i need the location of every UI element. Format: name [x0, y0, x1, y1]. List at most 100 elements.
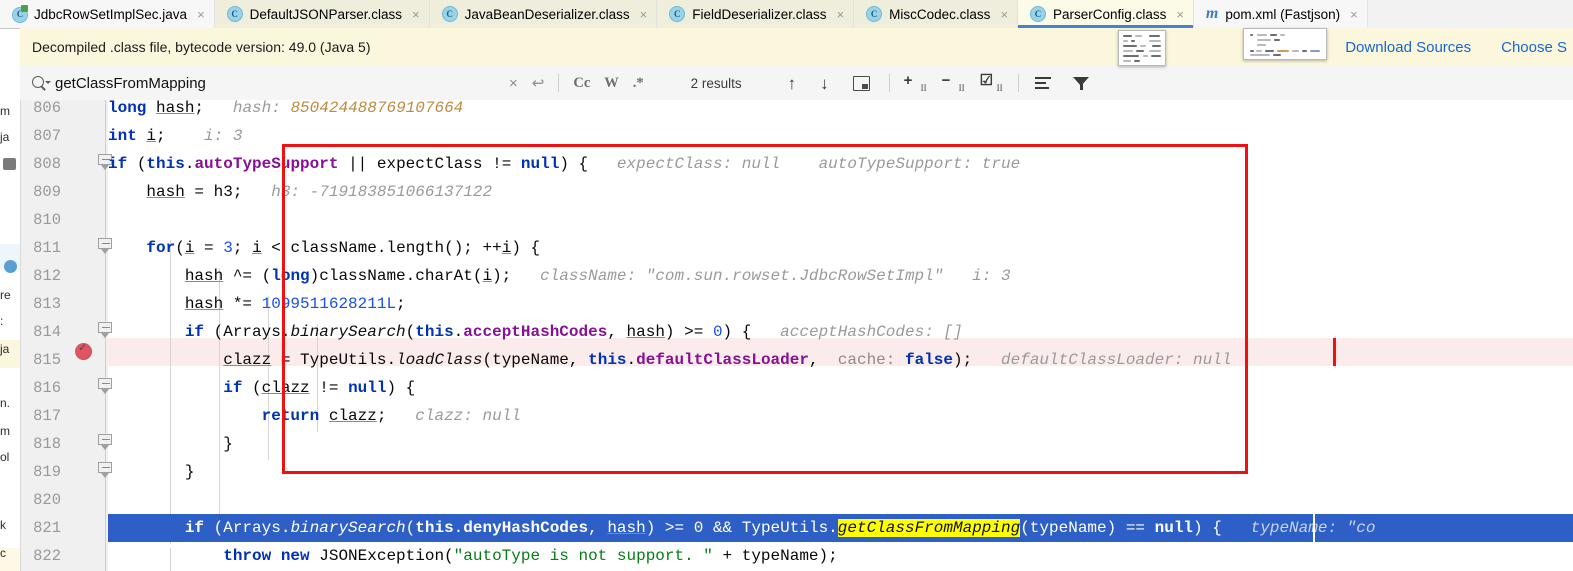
check-glyph: ✓	[78, 342, 88, 354]
whole-words-toggle[interactable]: W	[604, 75, 619, 92]
close-icon[interactable]: ×	[837, 8, 845, 21]
tab-defaultjsonparser-class[interactable]: C DefaultJSONParser.class ×	[214, 0, 430, 28]
regex-toggle[interactable]: .*	[633, 75, 644, 92]
tab-parserconfig-class[interactable]: C ParserConfig.class ×	[1018, 0, 1194, 28]
clear-search-icon[interactable]: ×	[509, 72, 518, 94]
line-number: 813	[33, 295, 61, 313]
close-icon[interactable]: ×	[1000, 8, 1008, 21]
match-case-toggle[interactable]: Cc	[573, 75, 590, 92]
code-line-806[interactable]: long hash; hash: 850424488769107664	[108, 100, 463, 122]
line-number: 816	[33, 379, 61, 397]
decompiled-notification-bar: Decompiled .class file, bytecode version…	[20, 28, 1573, 67]
preview-popup-left[interactable]	[1118, 30, 1166, 66]
code-line-817[interactable]: return clazz; clazz: null	[108, 402, 521, 430]
code-line-814[interactable]: if (Arrays.binarySearch(this.acceptHashC…	[108, 318, 963, 346]
panel-fragment: m	[0, 104, 10, 118]
line-number: 818	[33, 435, 61, 453]
search-match-highlight: getClassFromMapping	[837, 519, 1021, 537]
filter-icon[interactable]	[1072, 75, 1090, 91]
green-overlay-icon	[21, 4, 28, 12]
ide-window: C JdbcRowSetImplSec.java × C DefaultJSON…	[0, 0, 1573, 571]
code-editor[interactable]: 806 807 808 809 810 811 812 813 814 815 …	[20, 100, 1573, 571]
lines-glyph: II	[958, 83, 965, 93]
code-line-816[interactable]: if (clazz != null) {	[108, 374, 415, 402]
tab-misccodec-class[interactable]: C MiscCodec.class ×	[854, 0, 1019, 28]
line-number: 822	[33, 547, 61, 565]
line-number: 817	[33, 407, 61, 425]
line-number: 812	[33, 267, 61, 285]
class-icon: C	[669, 6, 686, 22]
line-number: 821	[33, 519, 61, 537]
maven-icon: m	[1205, 5, 1219, 22]
panel-fragment: ja	[0, 130, 10, 144]
code-line-809[interactable]: hash = h3; h3: -719183851066137122	[108, 178, 492, 206]
search-in-selection-icon[interactable]	[1034, 75, 1055, 91]
tab-jdbcrowsetimplsec-java[interactable]: C JdbcRowSetImplSec.java ×	[0, 0, 215, 28]
select-all-occurrences-icon[interactable]: ☑ II	[980, 73, 1004, 93]
editor-gutter[interactable]: 806 807 808 809 810 811 812 813 814 815 …	[20, 100, 112, 571]
code-line-810[interactable]	[108, 206, 118, 234]
search-input[interactable]: getClassFromMapping	[20, 75, 502, 92]
code-line-822[interactable]: throw new JSONException("autoType is not…	[108, 542, 838, 570]
tab-label: FieldDeserializer.class	[692, 6, 827, 22]
divider	[558, 74, 560, 92]
code-content[interactable]: long hash; hash: 850424488769107664 int …	[108, 100, 1573, 571]
code-line-815[interactable]: clazz = TypeUtils.loadClass(typeName, th…	[108, 346, 1231, 374]
line-number: 811	[33, 239, 61, 257]
open-in-find-window-icon[interactable]	[852, 75, 870, 91]
close-icon[interactable]: ×	[197, 8, 205, 21]
search-query-value[interactable]: getClassFromMapping	[55, 75, 502, 92]
tab-label: MiscCodec.class	[889, 6, 991, 22]
panel-fragment: ol	[0, 450, 10, 464]
code-line-820[interactable]	[108, 486, 118, 514]
remove-selection-icon[interactable]: − II	[942, 73, 966, 93]
class-icon: C	[866, 6, 883, 22]
code-line-821[interactable]: if (Arrays.binarySearch(this.denyHashCod…	[108, 514, 1573, 542]
code-line-818[interactable]: }	[108, 430, 233, 458]
close-icon[interactable]: ×	[1176, 8, 1184, 21]
code-line-807[interactable]: int i; i: 3	[108, 122, 242, 150]
plus-glyph: +	[903, 72, 913, 89]
panel-fragment: re	[0, 288, 11, 302]
left-tool-panel[interactable]: m ja re : ja n. m ol k c c	[0, 100, 21, 571]
close-icon[interactable]: ×	[640, 8, 648, 21]
tab-label: JdbcRowSetImplSec.java	[34, 6, 188, 22]
tab-fielddeserializer-class[interactable]: C FieldDeserializer.class ×	[657, 0, 855, 28]
breakpoint-icon[interactable]: ✓	[75, 343, 92, 360]
tab-pom-xml[interactable]: m pom.xml (Fastjson) ×	[1193, 0, 1368, 28]
search-icon[interactable]	[32, 75, 51, 91]
close-icon[interactable]: ×	[412, 8, 420, 21]
code-line-808[interactable]: if (this.autoTypeSupport || expectClass …	[108, 150, 1020, 178]
panel-fragment: n.	[0, 396, 11, 410]
module-icon	[3, 158, 16, 170]
line-number: 807	[33, 127, 61, 145]
tab-javabeandeserializer-class[interactable]: C JavaBeanDeserializer.class ×	[429, 0, 658, 28]
lines-glyph: II	[920, 83, 927, 93]
search-history-icon[interactable]: ↩	[532, 72, 545, 94]
line-number: 815	[33, 351, 61, 369]
choose-sources-link[interactable]: Choose S	[1501, 39, 1573, 56]
line-number: 809	[33, 183, 61, 201]
find-toolbar: getClassFromMapping × ↩ Cc W .* 2 result…	[20, 66, 1573, 101]
line-number: 819	[33, 463, 61, 481]
code-line-812[interactable]: hash ^= (long)className.charAt(i); class…	[108, 262, 1011, 290]
notification-message: Decompiled .class file, bytecode version…	[32, 39, 371, 55]
add-selection-icon[interactable]: + II	[904, 73, 928, 93]
code-line-813[interactable]: hash *= 1099511628211L;	[108, 290, 406, 318]
error-stripe	[1333, 338, 1336, 366]
previous-match-icon[interactable]: ↑	[788, 75, 797, 92]
tab-label: ParserConfig.class	[1053, 6, 1167, 22]
divider	[1017, 74, 1019, 92]
panel-fragment: :	[0, 314, 4, 328]
code-line-811[interactable]: for(i = 3; i < className.length(); ++i) …	[108, 234, 540, 262]
minus-glyph: −	[941, 72, 951, 89]
line-number: 810	[33, 211, 61, 229]
download-sources-link[interactable]: Download Sources	[1345, 39, 1471, 56]
class-icon: C	[441, 6, 458, 22]
line-number: 820	[33, 491, 61, 509]
results-count: 2 results	[690, 75, 742, 91]
preview-popup-right[interactable]	[1243, 28, 1327, 60]
code-line-819[interactable]: }	[108, 458, 195, 486]
next-match-icon[interactable]: ↓	[820, 75, 829, 92]
close-icon[interactable]: ×	[1350, 8, 1358, 21]
